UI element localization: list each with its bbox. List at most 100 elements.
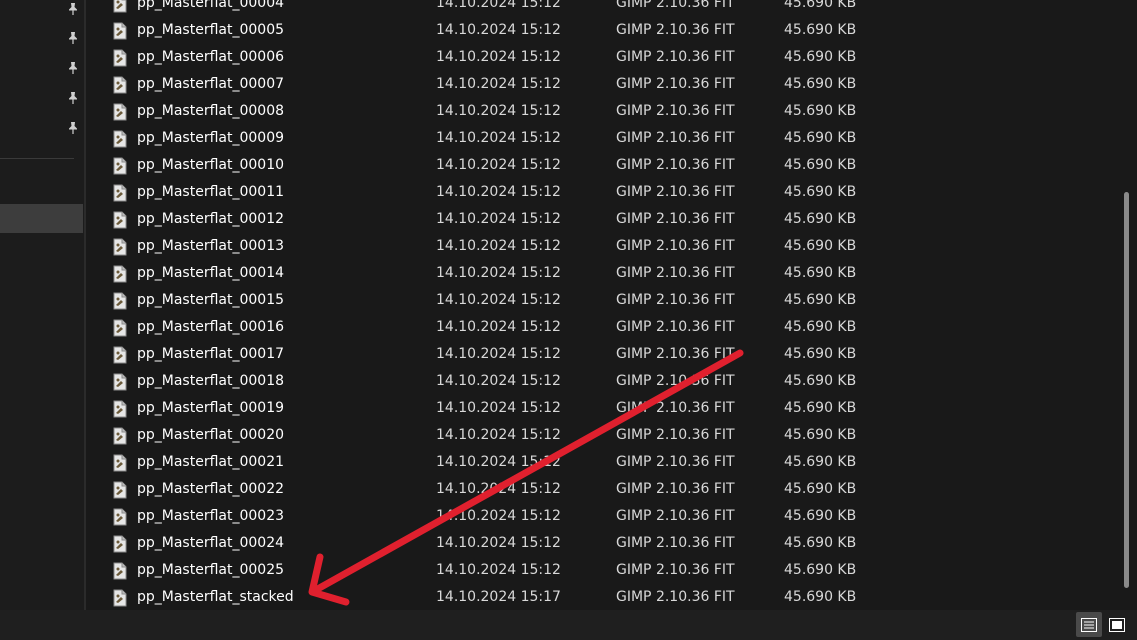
- file-size: 45.690 KB: [784, 238, 857, 254]
- file-row[interactable]: pp_Masterflat_00008 14.10.2024 15:12 GIM…: [86, 99, 1120, 126]
- file-date: 14.10.2024 15:12: [436, 373, 561, 389]
- file-row[interactable]: pp_Masterflat_stacked 14.10.2024 15:17 G…: [86, 585, 1120, 610]
- file-type: GIMP 2.10.36 FIT: [616, 589, 735, 605]
- file-row[interactable]: pp_Masterflat_00021 14.10.2024 15:12 GIM…: [86, 450, 1120, 477]
- gimp-file-icon: [113, 562, 127, 580]
- file-type: GIMP 2.10.36 FIT: [616, 346, 735, 362]
- file-name[interactable]: pp_Masterflat_00015: [137, 292, 284, 308]
- gimp-file-icon: [113, 157, 127, 175]
- file-date: 14.10.2024 15:12: [436, 508, 561, 524]
- file-size: 45.690 KB: [784, 454, 857, 470]
- file-name[interactable]: pp_Masterflat_00021: [137, 454, 284, 470]
- file-row[interactable]: pp_Masterflat_00017 14.10.2024 15:12 GIM…: [86, 342, 1120, 369]
- pin-icon[interactable]: [64, 89, 82, 107]
- file-name[interactable]: pp_Masterflat_00014: [137, 265, 284, 281]
- file-name[interactable]: pp_Masterflat_00009: [137, 130, 284, 146]
- sidebar-item-selected[interactable]: [0, 204, 83, 233]
- file-date: 14.10.2024 15:12: [436, 562, 561, 578]
- file-date: 14.10.2024 15:12: [436, 481, 561, 497]
- file-row[interactable]: pp_Masterflat_00011 14.10.2024 15:12 GIM…: [86, 180, 1120, 207]
- file-row[interactable]: pp_Masterflat_00010 14.10.2024 15:12 GIM…: [86, 153, 1120, 180]
- file-date: 14.10.2024 15:12: [436, 292, 561, 308]
- status-bar: [0, 610, 1137, 640]
- file-name[interactable]: pp_Masterflat_00013: [137, 238, 284, 254]
- file-row[interactable]: pp_Masterflat_00019 14.10.2024 15:12 GIM…: [86, 396, 1120, 423]
- file-type: GIMP 2.10.36 FIT: [616, 562, 735, 578]
- file-row[interactable]: pp_Masterflat_00020 14.10.2024 15:12 GIM…: [86, 423, 1120, 450]
- gimp-file-icon: [113, 292, 127, 310]
- file-date: 14.10.2024 15:17: [436, 589, 561, 605]
- file-type: GIMP 2.10.36 FIT: [616, 0, 735, 11]
- file-type: GIMP 2.10.36 FIT: [616, 184, 735, 200]
- file-row[interactable]: pp_Masterflat_00022 14.10.2024 15:12 GIM…: [86, 477, 1120, 504]
- file-row[interactable]: pp_Masterflat_00005 14.10.2024 15:12 GIM…: [86, 18, 1120, 45]
- file-list: pp_Masterflat_00004 14.10.2024 15:12 GIM…: [86, 0, 1120, 610]
- file-date: 14.10.2024 15:12: [436, 427, 561, 443]
- file-row[interactable]: pp_Masterflat_00015 14.10.2024 15:12 GIM…: [86, 288, 1120, 315]
- pin-icon[interactable]: [64, 0, 82, 18]
- gimp-file-icon: [113, 76, 127, 94]
- file-name[interactable]: pp_Masterflat_00006: [137, 49, 284, 65]
- file-size: 45.690 KB: [784, 0, 857, 11]
- file-date: 14.10.2024 15:12: [436, 0, 561, 11]
- file-row[interactable]: pp_Masterflat_00014 14.10.2024 15:12 GIM…: [86, 261, 1120, 288]
- file-type: GIMP 2.10.36 FIT: [616, 400, 735, 416]
- file-row[interactable]: pp_Masterflat_00007 14.10.2024 15:12 GIM…: [86, 72, 1120, 99]
- file-name[interactable]: pp_Masterflat_stacked: [137, 589, 294, 605]
- file-row[interactable]: pp_Masterflat_00004 14.10.2024 15:12 GIM…: [86, 0, 1120, 18]
- file-type: GIMP 2.10.36 FIT: [616, 22, 735, 38]
- file-type: GIMP 2.10.36 FIT: [616, 103, 735, 119]
- gimp-file-icon: [113, 211, 127, 229]
- file-name[interactable]: pp_Masterflat_00008: [137, 103, 284, 119]
- file-size: 45.690 KB: [784, 562, 857, 578]
- file-name[interactable]: pp_Masterflat_00023: [137, 508, 284, 524]
- file-name[interactable]: pp_Masterflat_00018: [137, 373, 284, 389]
- gimp-file-icon: [113, 346, 127, 364]
- file-size: 45.690 KB: [784, 589, 857, 605]
- file-name[interactable]: pp_Masterflat_00004: [137, 0, 284, 11]
- tiles-view-button[interactable]: [1104, 612, 1130, 637]
- file-date: 14.10.2024 15:12: [436, 157, 561, 173]
- gimp-file-icon: [113, 400, 127, 418]
- details-view-button[interactable]: [1076, 612, 1102, 637]
- file-name[interactable]: pp_Masterflat_00024: [137, 535, 284, 551]
- file-size: 45.690 KB: [784, 400, 857, 416]
- file-size: 45.690 KB: [784, 157, 857, 173]
- pin-icon[interactable]: [64, 29, 82, 47]
- scrollbar-thumb[interactable]: [1124, 192, 1129, 588]
- file-name[interactable]: pp_Masterflat_00016: [137, 319, 284, 335]
- file-name[interactable]: pp_Masterflat_00012: [137, 211, 284, 227]
- file-row[interactable]: pp_Masterflat_00016 14.10.2024 15:12 GIM…: [86, 315, 1120, 342]
- pin-icon[interactable]: [64, 119, 82, 137]
- file-size: 45.690 KB: [784, 49, 857, 65]
- file-name[interactable]: pp_Masterflat_00017: [137, 346, 284, 362]
- file-name[interactable]: pp_Masterflat_00019: [137, 400, 284, 416]
- gimp-file-icon: [113, 535, 127, 553]
- file-date: 14.10.2024 15:12: [436, 535, 561, 551]
- file-row[interactable]: pp_Masterflat_00009 14.10.2024 15:12 GIM…: [86, 126, 1120, 153]
- pin-icon[interactable]: [64, 59, 82, 77]
- file-name[interactable]: pp_Masterflat_00022: [137, 481, 284, 497]
- file-size: 45.690 KB: [784, 319, 857, 335]
- file-row[interactable]: pp_Masterflat_00006 14.10.2024 15:12 GIM…: [86, 45, 1120, 72]
- file-row[interactable]: pp_Masterflat_00018 14.10.2024 15:12 GIM…: [86, 369, 1120, 396]
- file-size: 45.690 KB: [784, 535, 857, 551]
- file-type: GIMP 2.10.36 FIT: [616, 265, 735, 281]
- file-name[interactable]: pp_Masterflat_00020: [137, 427, 284, 443]
- file-name[interactable]: pp_Masterflat_00005: [137, 22, 284, 38]
- file-date: 14.10.2024 15:12: [436, 130, 561, 146]
- gimp-file-icon: [113, 454, 127, 472]
- file-name[interactable]: pp_Masterflat_00011: [137, 184, 284, 200]
- file-row[interactable]: pp_Masterflat_00023 14.10.2024 15:12 GIM…: [86, 504, 1120, 531]
- file-size: 45.690 KB: [784, 265, 857, 281]
- file-row[interactable]: pp_Masterflat_00025 14.10.2024 15:12 GIM…: [86, 558, 1120, 585]
- file-size: 45.690 KB: [784, 373, 857, 389]
- file-name[interactable]: pp_Masterflat_00025: [137, 562, 284, 578]
- file-name[interactable]: pp_Masterflat_00007: [137, 76, 284, 92]
- gimp-file-icon: [113, 49, 127, 67]
- file-row[interactable]: pp_Masterflat_00013 14.10.2024 15:12 GIM…: [86, 234, 1120, 261]
- file-row[interactable]: pp_Masterflat_00024 14.10.2024 15:12 GIM…: [86, 531, 1120, 558]
- file-name[interactable]: pp_Masterflat_00010: [137, 157, 284, 173]
- file-row[interactable]: pp_Masterflat_00012 14.10.2024 15:12 GIM…: [86, 207, 1120, 234]
- file-date: 14.10.2024 15:12: [436, 346, 561, 362]
